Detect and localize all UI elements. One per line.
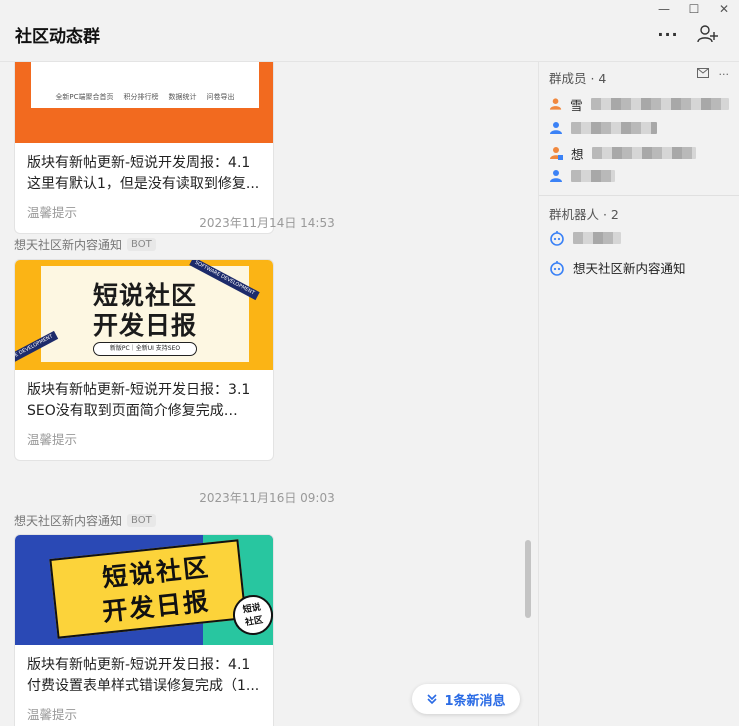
more-horizontal-icon[interactable]: ··· xyxy=(719,68,730,81)
user-icon xyxy=(550,122,562,134)
chat-header: 社区动态群 ··· xyxy=(0,0,739,62)
bot-tag: BOT xyxy=(127,514,156,527)
user-admin-icon xyxy=(550,147,563,160)
message-card[interactable]: 全新PC端聚合首页 积分排行榜 数据统计 问卷导出 版块有新帖更新-短说开发周报… xyxy=(14,62,274,234)
close-icon[interactable]: ✕ xyxy=(709,0,739,18)
member-item[interactable]: 想 xyxy=(549,143,729,163)
window-controls: — ☐ ✕ xyxy=(649,0,739,18)
card-text: 版块有新帖更新-短说开发日报：4.1 付费设置表单样式错误修复完成（1... xyxy=(27,657,260,694)
bot-tag: BOT xyxy=(127,238,156,251)
card-banner-image: 短说社区 开发日报 短说 社区 xyxy=(15,535,273,645)
member-name-redacted xyxy=(590,98,729,110)
message-card[interactable]: 短说社区 开发日报 短说 社区 版块有新帖更新-短说开发日报：4.1 付费设置表… xyxy=(14,534,274,726)
message-sender: 想天社区新内容通知 BOT xyxy=(14,512,156,529)
member-name-redacted xyxy=(591,147,696,159)
sender-name: 想天社区新内容通知 xyxy=(14,514,123,528)
member-item[interactable] xyxy=(549,118,729,138)
banner-panel: 全新PC端聚合首页 积分排行榜 数据统计 问卷导出 xyxy=(31,62,259,108)
card-hint: 温馨提示 xyxy=(27,432,78,447)
sender-name: 想天社区新内容通知 xyxy=(14,238,123,252)
message-timestamp: 2023年11月14日 14:53 xyxy=(199,216,335,230)
user-icon xyxy=(550,170,562,182)
more-options-button[interactable]: ··· xyxy=(655,22,681,46)
member-name-redacted xyxy=(571,170,615,182)
message-card[interactable]: SOFTWARE DEVELOPMENT E DEVELOPMENT 短说社区 … xyxy=(14,259,274,461)
bot-name-redacted xyxy=(573,232,621,244)
member-name-redacted xyxy=(571,122,657,134)
member-initial: 想 xyxy=(571,146,584,162)
chevron-double-down-icon xyxy=(427,694,438,705)
mail-icon[interactable] xyxy=(696,68,709,81)
banner-links: 全新PC端聚合首页 积分排行榜 数据统计 问卷导出 xyxy=(55,93,235,101)
card-hint: 温馨提示 xyxy=(27,707,78,722)
member-item[interactable] xyxy=(549,166,729,186)
robot-icon xyxy=(550,260,564,276)
page-title: 社区动态群 xyxy=(15,27,100,47)
robot-icon xyxy=(550,231,564,246)
group-sidebar: 群成员 · 4 ··· 雪 想 群机器人 · 2 想天社区新内容通知 xyxy=(538,62,739,726)
bots-label: 群机器人 · 2 xyxy=(549,207,619,222)
message-sender: 想天社区新内容通知 BOT xyxy=(14,236,156,253)
more-horizontal-icon: ··· xyxy=(657,24,679,44)
new-message-label: 1条新消息 xyxy=(444,693,506,709)
member-initial: 雪 xyxy=(570,97,583,113)
message-timestamp: 2023年11月16日 09:03 xyxy=(199,491,335,505)
user-owner-icon xyxy=(549,98,562,110)
card-banner-image: 全新PC端聚合首页 积分排行榜 数据统计 问卷导出 xyxy=(15,62,273,143)
minimize-icon[interactable]: — xyxy=(649,0,679,18)
card-banner-image: SOFTWARE DEVELOPMENT E DEVELOPMENT 短说社区 … xyxy=(15,260,273,370)
banner-pill: 新版PC｜全新UI 支持SEO xyxy=(93,342,197,356)
bot-name: 想天社区新内容通知 xyxy=(573,261,686,276)
add-member-button[interactable] xyxy=(695,22,721,46)
new-message-button[interactable]: 1条新消息 xyxy=(412,684,520,714)
scrollbar-thumb[interactable] xyxy=(525,540,531,618)
bot-item[interactable] xyxy=(549,230,621,246)
members-label: 群成员 · 4 xyxy=(549,71,607,86)
card-text: 版块有新帖更新-短说开发日报：3.1 SEO没有取到页面简介修复完成（11... xyxy=(27,382,251,419)
card-text: 版块有新帖更新-短说开发周报：4.1 这里有默认1，但是没有读取到修复... xyxy=(27,155,260,192)
sidebar-divider xyxy=(539,195,739,196)
chat-message-list[interactable]: 全新PC端聚合首页 积分排行榜 数据统计 问卷导出 版块有新帖更新-短说开发周报… xyxy=(0,62,538,726)
member-item[interactable]: 雪 xyxy=(549,94,729,114)
maximize-icon[interactable]: ☐ xyxy=(679,0,709,18)
banner-subtitle: 开发日报 xyxy=(92,311,197,340)
add-user-icon xyxy=(697,25,718,43)
bot-item[interactable]: 想天社区新内容通知 xyxy=(549,258,686,277)
